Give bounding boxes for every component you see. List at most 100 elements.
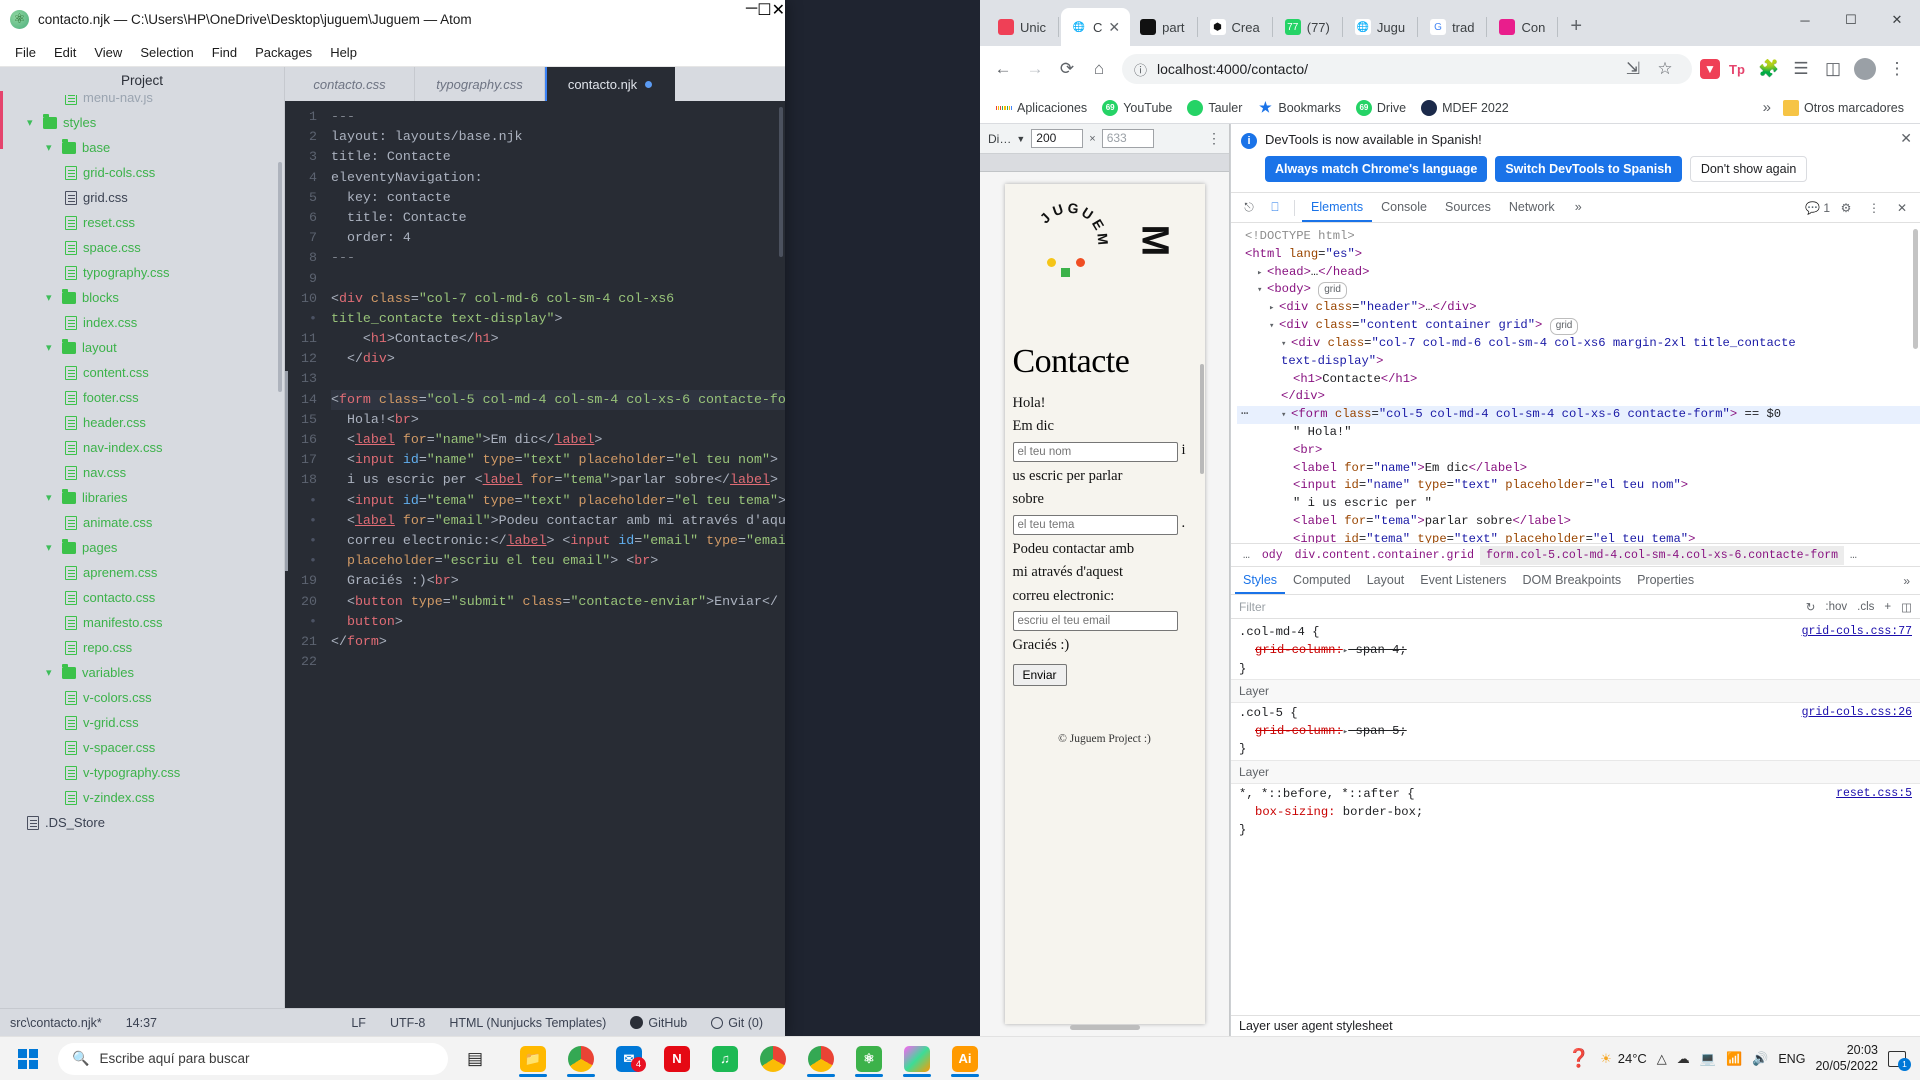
menu-help[interactable]: Help — [321, 42, 366, 63]
taskbar-app-illustrator[interactable]: Ai — [942, 1039, 988, 1079]
breadcrumb-item[interactable]: div.content.container.grid — [1289, 546, 1480, 565]
menu-view[interactable]: View — [85, 42, 131, 63]
browser-tab[interactable]: Gtrad — [1420, 8, 1484, 46]
dom-node[interactable]: ▾ <div class="col-7 col-md-6 col-sm-4 col… — [1237, 335, 1920, 353]
bookmark-item[interactable]: Aplicaciones — [990, 97, 1093, 119]
code-content[interactable]: --- layout: layouts/base.njk title: Contac… — [325, 101, 785, 1008]
dom-node[interactable]: <label for="name">Em dic</label> — [1237, 460, 1920, 478]
puzzle-icon[interactable]: 🧩 — [1754, 54, 1784, 84]
bookmark-item[interactable]: 69 Drive — [1350, 97, 1412, 119]
inspect-cursor-icon[interactable]: ⎋ — [1237, 197, 1261, 219]
browser-tab[interactable]: 🌐 Jugu — [1345, 8, 1415, 46]
wifi-icon[interactable]: 📶 — [1726, 1051, 1742, 1067]
css-selector[interactable]: .col-md-4 { — [1239, 625, 1319, 639]
tree-file[interactable]: nav.css — [0, 460, 284, 485]
tp-extension-icon[interactable]: Tp — [1722, 54, 1752, 84]
device-toggle-icon[interactable]: ⎕ — [1263, 197, 1287, 219]
browser-tab[interactable]: Unic — [988, 8, 1056, 46]
gear-icon[interactable]: ⚙ — [1834, 197, 1858, 219]
dom-node[interactable]: " i us escric per " — [1237, 495, 1920, 513]
devtools-tab-console[interactable]: Console — [1372, 193, 1436, 222]
tree-file[interactable]: space.css — [0, 235, 284, 260]
styles-pane-tab-layout[interactable]: Layout — [1359, 567, 1413, 594]
bookmark-item[interactable]: 69 YouTube — [1096, 97, 1178, 119]
styles-pane-tab-computed[interactable]: Computed — [1285, 567, 1359, 594]
devtools-tab-network[interactable]: Network — [1500, 193, 1564, 222]
chevron-down-icon[interactable]: ▾ — [46, 541, 56, 554]
preview-scrollbar[interactable] — [1199, 364, 1204, 474]
issues-badge[interactable]: 💬 1 — [1805, 201, 1830, 215]
dont-show-again-button[interactable]: Don't show again — [1689, 156, 1808, 182]
css-source-link[interactable]: reset.css:5 — [1836, 785, 1912, 802]
email-input[interactable]: escriu el teu email — [1012, 611, 1178, 632]
tree-folder[interactable]: ▾ libraries — [0, 485, 284, 510]
disclosure-triangle-icon[interactable]: ▸ — [1257, 267, 1267, 280]
taskbar-app-atom[interactable]: ⚛ — [846, 1039, 892, 1079]
pocket-icon[interactable]: ▼ — [1700, 59, 1720, 79]
atom-minimize-button[interactable]: ─ — [746, 0, 757, 38]
bookmarks-overflow-button[interactable]: » — [1763, 99, 1771, 116]
name-input[interactable]: el teu nom — [1012, 441, 1178, 462]
taskbar-app-chrome-2[interactable] — [798, 1039, 844, 1079]
star-icon[interactable]: ☆ — [1650, 54, 1680, 84]
css-source-link[interactable]: grid-cols.css:26 — [1802, 704, 1912, 721]
tree-file[interactable]: index.css — [0, 310, 284, 335]
list-icon[interactable]: ☰ — [1786, 54, 1816, 84]
dom-node[interactable]: ⋯ ▾ <form class="col-5 col-md-4 col-sm-4 c… — [1237, 406, 1920, 424]
taskbar-app-chrome[interactable] — [558, 1039, 604, 1079]
breadcrumb-item[interactable]: … — [1237, 546, 1256, 565]
tree-file[interactable]: v-spacer.css — [0, 735, 284, 760]
dom-node[interactable]: <input id="tema" type="text" placeholder… — [1237, 531, 1920, 543]
tree-file[interactable]: repo.css — [0, 635, 284, 660]
dom-node[interactable]: text-display"> — [1237, 353, 1920, 371]
tree-file[interactable]: menu-nav.js — [0, 95, 284, 110]
tree-file[interactable]: aprenem.css — [0, 560, 284, 585]
forward-icon[interactable]: → — [1020, 54, 1050, 84]
taskbar-app-file-explorer[interactable]: 📁 — [510, 1039, 556, 1079]
kebab-menu-icon[interactable]: ⋮ — [1862, 197, 1886, 219]
disclosure-triangle-icon[interactable]: ▾ — [1281, 409, 1291, 422]
chevron-down-icon[interactable]: ▾ — [27, 116, 37, 129]
tree-file[interactable]: reset.css — [0, 210, 284, 235]
disclosure-triangle-icon[interactable]: ▸ — [1269, 302, 1279, 315]
bookmark-item[interactable]: Tauler — [1181, 97, 1248, 119]
tree-file[interactable]: v-grid.css — [0, 710, 284, 735]
taskbar-clock[interactable]: 20:03 20/05/2022 — [1815, 1043, 1878, 1074]
status-line-ending[interactable]: LF — [339, 1016, 378, 1030]
status-file-path[interactable]: src\contacto.njk* — [10, 1016, 114, 1030]
tree-file[interactable]: nav-index.css — [0, 435, 284, 460]
taskbar-app-netflix[interactable]: N — [654, 1039, 700, 1079]
device-resize-handle[interactable] — [1069, 1025, 1140, 1030]
code-scrollbar[interactable] — [779, 107, 783, 257]
devtools-tab-sources[interactable]: Sources — [1436, 193, 1500, 222]
filter-input[interactable]: Filter — [1239, 600, 1266, 614]
submit-button[interactable]: Enviar — [1012, 663, 1067, 686]
tree-file[interactable]: .DS_Store — [0, 810, 284, 835]
breadcrumb-item[interactable]: ody — [1256, 546, 1289, 565]
dom-tree[interactable]: <!DOCTYPE html> <html lang="es"> ▸ <head>…<… — [1231, 223, 1920, 543]
tree-file[interactable]: content.css — [0, 360, 284, 385]
switch-language-button[interactable]: Switch DevTools to Spanish — [1495, 156, 1682, 182]
taskbar-search-box[interactable]: 🔍 Escribe aquí para buscar — [58, 1042, 448, 1075]
taskbar-app-edge[interactable] — [750, 1039, 796, 1079]
refresh-icon[interactable]: ↻ — [1806, 600, 1816, 614]
breadcrumb-item[interactable]: … — [1844, 546, 1863, 565]
browser-tab[interactable]: part — [1130, 8, 1194, 46]
language-indicator[interactable]: ENG — [1778, 1052, 1805, 1066]
dom-node[interactable]: <!DOCTYPE html> — [1237, 228, 1920, 246]
menu-selection[interactable]: Selection — [131, 42, 202, 63]
devtools-tabs-overflow[interactable]: » — [1566, 193, 1591, 222]
notification-center-button[interactable]: 1 — [1888, 1050, 1911, 1071]
tree-folder[interactable]: ▾ base — [0, 135, 284, 160]
chevron-down-icon[interactable]: ▾ — [46, 666, 56, 679]
styles-tabs-overflow[interactable]: » — [1903, 574, 1910, 588]
dom-node[interactable]: </div> — [1237, 388, 1920, 406]
task-view-icon[interactable]: ▤ — [452, 1039, 498, 1079]
browser-tab[interactable]: ⬢ Crea — [1200, 8, 1270, 46]
tree-file[interactable]: header.css — [0, 410, 284, 435]
tree-folder[interactable]: ▾ variables — [0, 660, 284, 685]
tree-file[interactable]: grid-cols.css — [0, 160, 284, 185]
bookmark-item[interactable]: ★ Bookmarks — [1251, 97, 1347, 119]
dom-node[interactable]: " Hola!" — [1237, 424, 1920, 442]
chrome-minimize-button[interactable]: ─ — [1782, 0, 1828, 40]
